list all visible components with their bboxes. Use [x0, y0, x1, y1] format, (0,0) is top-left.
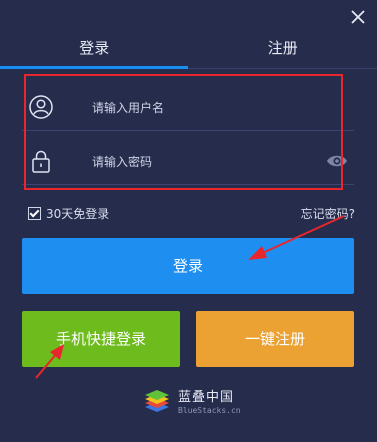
login-form: 请输入用户名 请输入密码	[22, 76, 354, 192]
eye-icon[interactable]	[326, 151, 348, 171]
brand-logo: 蓝叠中国 BlueStacks.cn	[142, 390, 241, 416]
brand-domain: BlueStacks.cn	[178, 405, 241, 415]
forgot-password-link[interactable]: 忘记密码?	[301, 205, 355, 222]
tab-register[interactable]: 注册	[189, 30, 377, 70]
login-button[interactable]: 登录	[22, 238, 354, 294]
tab-active-indicator	[0, 66, 188, 69]
tab-login[interactable]: 登录	[0, 30, 189, 70]
close-icon	[351, 10, 365, 24]
username-field[interactable]: 请输入用户名	[22, 84, 354, 131]
close-button[interactable]	[347, 6, 369, 28]
password-placeholder: 请输入密码	[92, 155, 153, 169]
username-placeholder: 请输入用户名	[92, 101, 165, 115]
remember-label: 30天免登录	[46, 207, 110, 221]
tab-bar: 登录 注册	[0, 30, 377, 70]
lock-icon	[28, 148, 54, 174]
password-field[interactable]: 请输入密码	[22, 138, 354, 185]
one-click-register-button[interactable]: 一键注册	[196, 311, 354, 367]
phone-login-button[interactable]: 手机快捷登录	[22, 311, 180, 367]
brand-name: 蓝叠中国	[178, 389, 235, 405]
bluestacks-logo	[145, 390, 169, 412]
remember-login-checkbox[interactable]: 30天免登录	[28, 205, 109, 222]
checkmark-icon	[28, 207, 41, 220]
user-icon	[28, 94, 54, 120]
